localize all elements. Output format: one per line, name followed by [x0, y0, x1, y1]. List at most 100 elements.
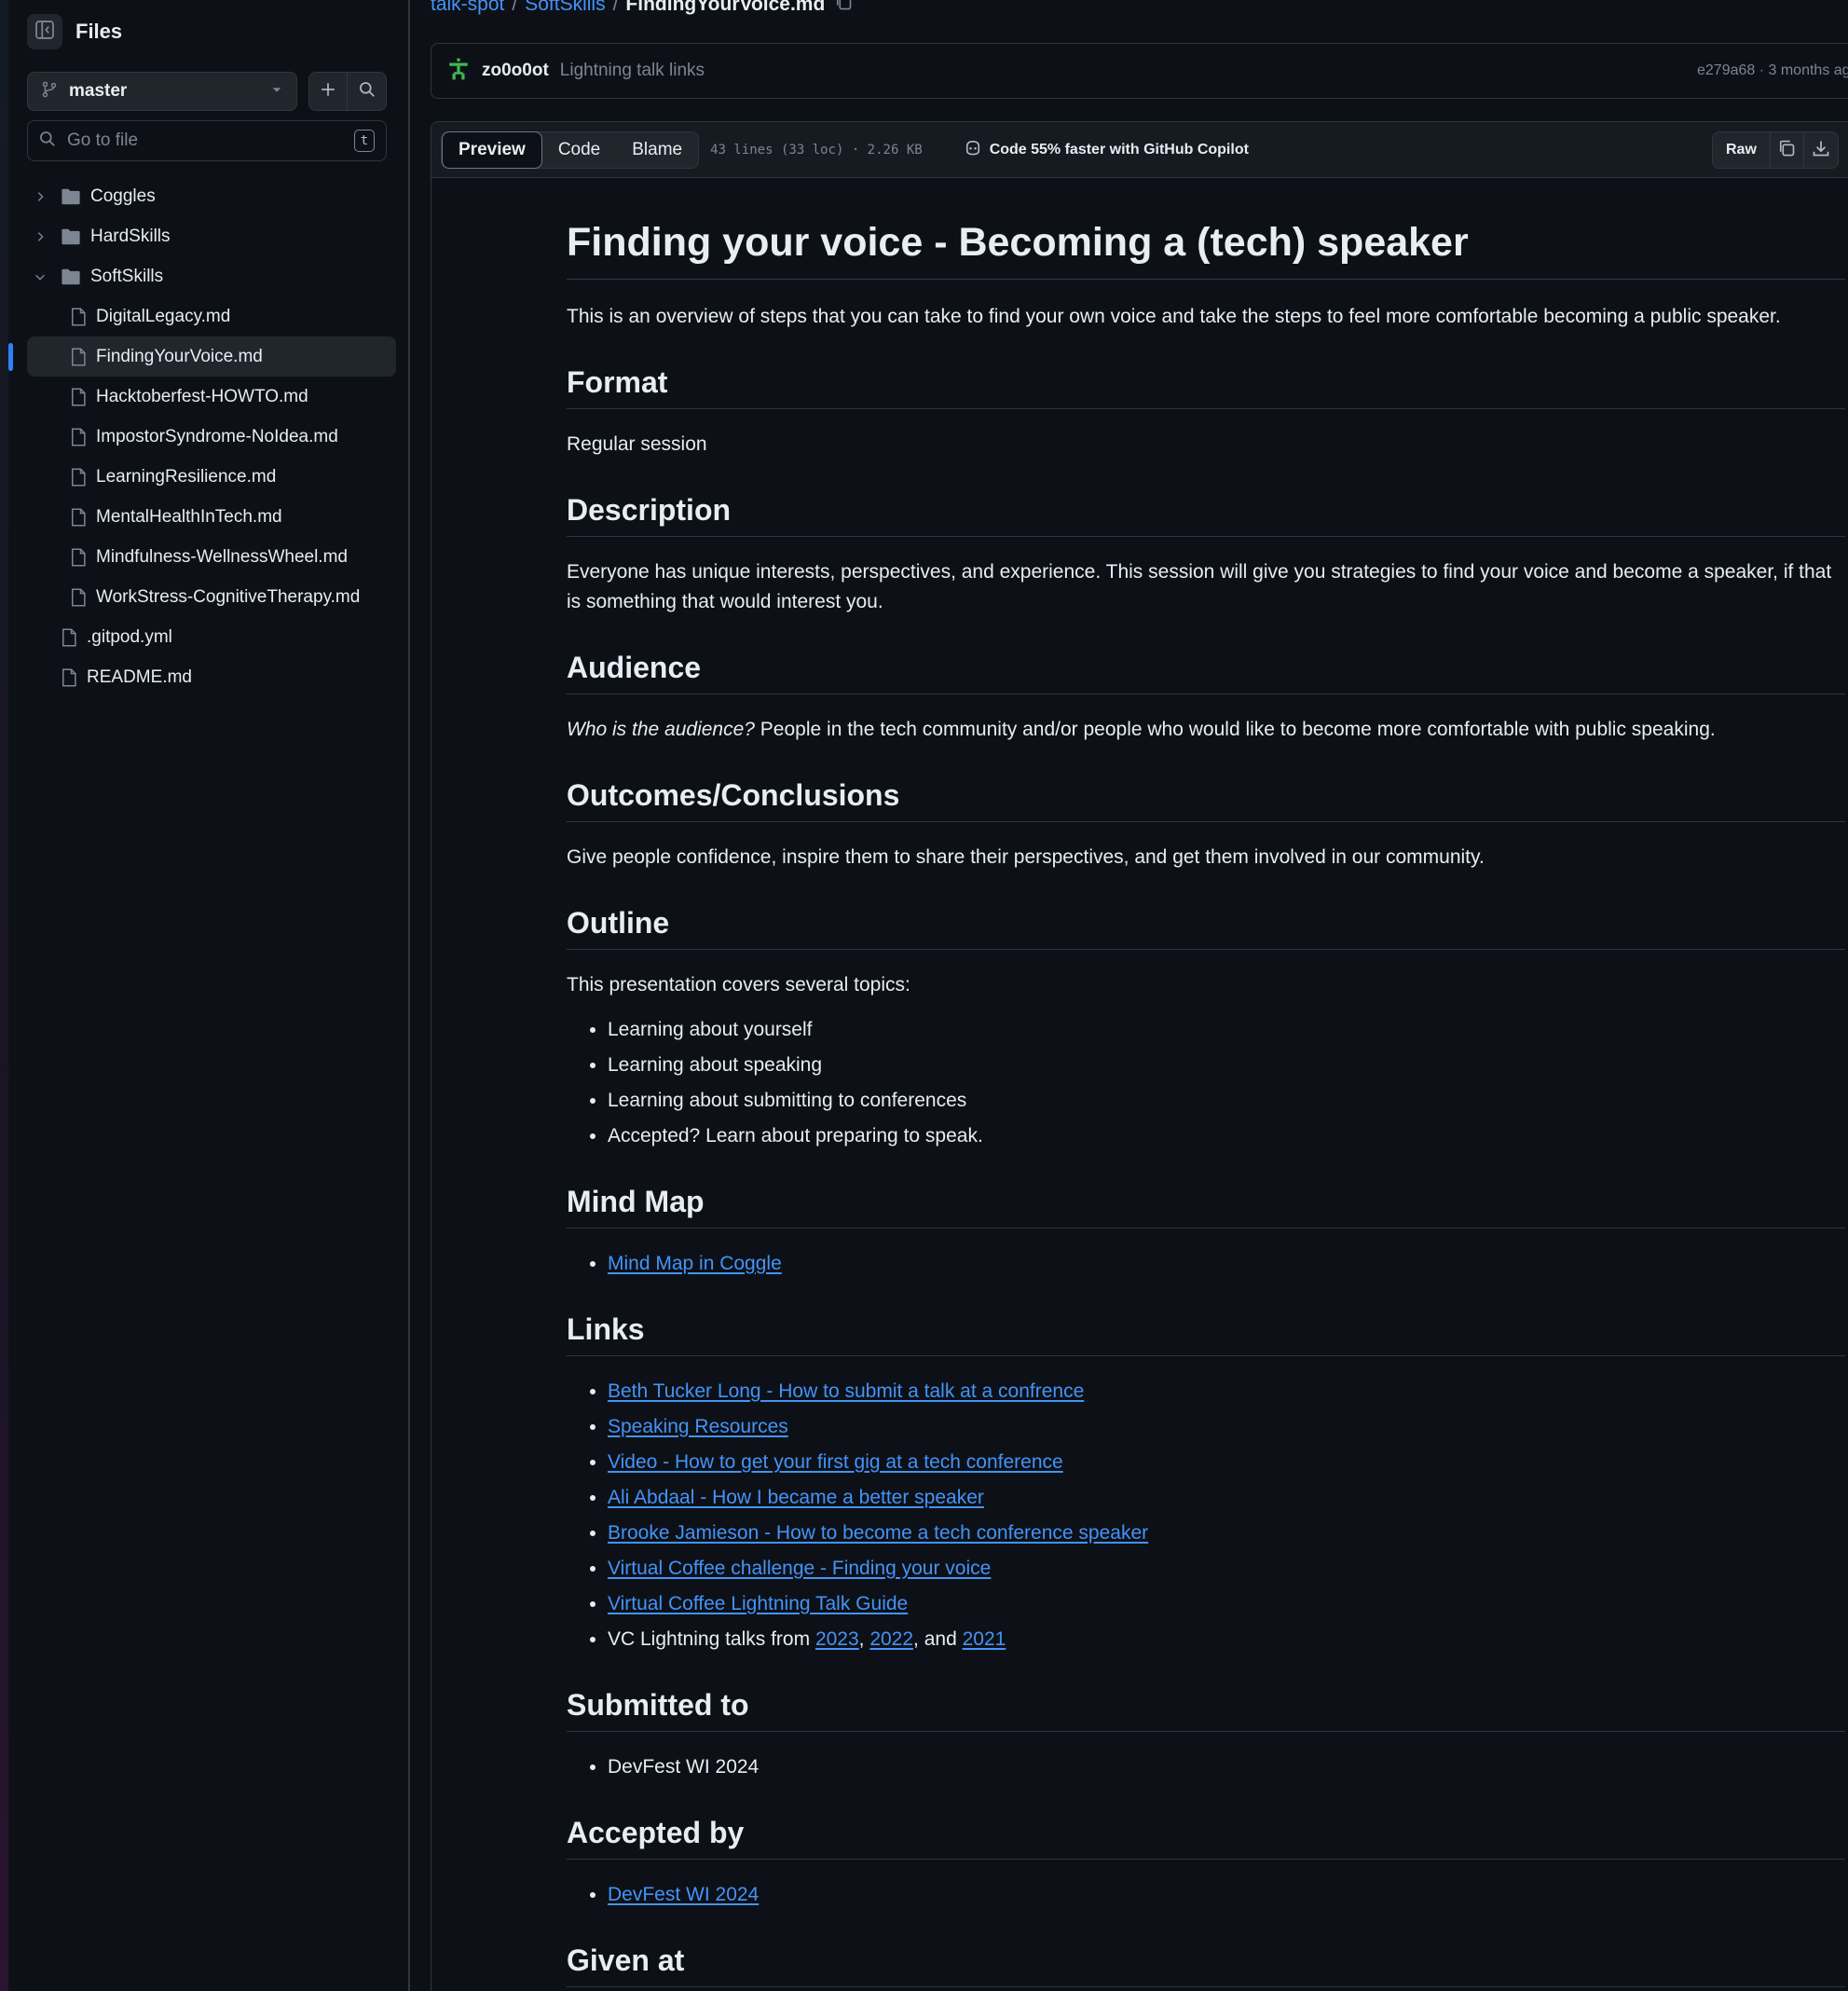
- file-icon: [70, 508, 87, 527]
- file-icon: [70, 468, 87, 487]
- file-icon: [70, 388, 87, 406]
- link-vc-challenge[interactable]: Virtual Coffee challenge - Finding your …: [608, 1558, 991, 1579]
- tree-file[interactable]: FindingYourVoice.md: [8, 336, 396, 377]
- tree-file[interactable]: MentalHealthInTech.md: [27, 497, 396, 537]
- add-file-button[interactable]: [308, 72, 348, 111]
- list-item: DevFest WI 2024: [608, 1752, 1845, 1782]
- tab-blame[interactable]: Blame: [616, 131, 698, 169]
- tab-preview[interactable]: Preview: [442, 130, 542, 169]
- view-mode-tabs: Preview Code Blame: [441, 130, 700, 169]
- tree-item-name: ImpostorSyndrome-NoIdea.md: [96, 426, 338, 446]
- outline-text: This presentation covers several topics:: [567, 973, 910, 996]
- copilot-promo-text: Code 55% faster with GitHub Copilot: [989, 141, 1249, 158]
- accepted-list: DevFest WI 2024: [567, 1880, 1845, 1910]
- mind-map-list: Mind Map in Coggle: [567, 1249, 1845, 1279]
- breadcrumb: talk-spot / SoftSkills / FindingYourVoic…: [431, 0, 853, 17]
- mind-map-link[interactable]: Mind Map in Coggle: [608, 1253, 782, 1274]
- chevron-right-icon[interactable]: [31, 230, 49, 243]
- breadcrumb-folder-link[interactable]: SoftSkills: [525, 0, 605, 16]
- tree-file[interactable]: Mindfulness-WellnessWheel.md: [27, 537, 396, 577]
- list-item: Brooke Jamieson - How to become a tech c…: [608, 1518, 1845, 1548]
- window-edge: [0, 0, 8, 1991]
- link-ali-abdaal[interactable]: Ali Abdaal - How I became a better speak…: [608, 1487, 984, 1508]
- tree-item-name: SoftSkills: [90, 266, 164, 286]
- search-files-button[interactable]: [348, 72, 387, 111]
- tree-item-name: WorkStress-CognitiveTherapy.md: [96, 586, 361, 607]
- file-tree: Coggles HardSkills SoftSkills DigitalLegacy…: [8, 176, 396, 697]
- go-to-file-input[interactable]: Go to file t: [27, 120, 387, 161]
- tree-item-name: Coggles: [90, 185, 156, 206]
- sidebar-header: Files: [27, 13, 122, 50]
- link-devfest-wi[interactable]: DevFest WI 2024: [608, 1884, 759, 1905]
- download-raw-button[interactable]: [1804, 132, 1838, 168]
- chevron-right-icon[interactable]: [31, 190, 49, 203]
- links-list: Beth Tucker Long - How to submit a talk …: [567, 1377, 1845, 1655]
- heading-description: Description: [567, 491, 1845, 537]
- breadcrumb-current-file: FindingYourVoice.md: [625, 0, 826, 15]
- tab-code[interactable]: Code: [542, 131, 616, 169]
- description-text: Everyone has unique interests, perspecti…: [567, 560, 1832, 612]
- list-item: Speaking Resources: [608, 1412, 1845, 1442]
- folder-icon: [61, 187, 81, 206]
- file-content-box: Preview Code Blame 43 lines (33 loc) · 2…: [431, 121, 1848, 1991]
- tree-file[interactable]: ImpostorSyndrome-NoIdea.md: [27, 417, 396, 457]
- download-icon: [1812, 139, 1830, 162]
- heading-mind-map: Mind Map: [567, 1183, 1845, 1229]
- list-item: Video - How to get your first gig at a t…: [608, 1448, 1845, 1477]
- file-stats: 43 lines (33 loc) · 2.26 KB: [710, 142, 923, 158]
- copilot-promo-link[interactable]: Code 55% faster with GitHub Copilot: [964, 138, 1249, 161]
- format-text: Regular session: [567, 433, 707, 455]
- list-item: DevFest WI 2024: [608, 1880, 1845, 1910]
- tree-item-name: README.md: [87, 666, 192, 687]
- tree-folder-hardskills[interactable]: HardSkills: [27, 216, 396, 256]
- tree-folder-softskills[interactable]: SoftSkills: [27, 256, 396, 296]
- chevron-down-icon[interactable]: [31, 270, 49, 283]
- list-item: Ali Abdaal - How I became a better speak…: [608, 1483, 1845, 1513]
- author-avatar[interactable]: [446, 57, 471, 86]
- link-first-gig-video[interactable]: Video - How to get your first gig at a t…: [608, 1451, 1063, 1473]
- copy-path-icon[interactable]: [834, 0, 853, 17]
- breadcrumb-repo-link[interactable]: talk-spot: [431, 0, 504, 16]
- link-brooke-jamieson[interactable]: Brooke Jamieson - How to become a tech c…: [608, 1522, 1148, 1544]
- branch-selector[interactable]: master: [27, 72, 297, 111]
- heading-format: Format: [567, 364, 1845, 409]
- folder-icon: [61, 268, 81, 286]
- tree-file[interactable]: .gitpod.yml: [27, 617, 396, 657]
- file-header-toolbar: Preview Code Blame 43 lines (33 loc) · 2…: [431, 122, 1848, 178]
- git-branch-icon: [41, 81, 58, 103]
- tree-file[interactable]: Hacktoberfest-HOWTO.md: [27, 377, 396, 417]
- copy-icon: [1777, 139, 1796, 162]
- link-speaking-resources[interactable]: Speaking Resources: [608, 1416, 788, 1437]
- heading-accepted-by: Accepted by: [567, 1814, 1845, 1860]
- link-vc-2023[interactable]: 2023: [815, 1628, 859, 1650]
- heading-submitted-to: Submitted to: [567, 1686, 1845, 1732]
- tree-file[interactable]: WorkStress-CognitiveTherapy.md: [27, 577, 396, 617]
- collapse-sidebar-button[interactable]: [27, 14, 62, 49]
- tree-item-name: .gitpod.yml: [87, 626, 172, 647]
- vc-comma: ,: [858, 1627, 870, 1650]
- tree-file[interactable]: README.md: [27, 657, 396, 697]
- list-item: Virtual Coffee Lightning Talk Guide: [608, 1589, 1845, 1619]
- search-icon: [39, 130, 56, 152]
- outcomes-text: Give people confidence, inspire them to …: [567, 845, 1485, 868]
- file-icon: [70, 348, 87, 366]
- list-item: Learning about speaking: [608, 1050, 1845, 1080]
- tree-file[interactable]: LearningResilience.md: [27, 457, 396, 497]
- submitted-list: DevFest WI 2024: [567, 1752, 1845, 1782]
- commit-message[interactable]: Lightning talk links: [560, 61, 705, 81]
- tree-file[interactable]: DigitalLegacy.md: [27, 296, 396, 336]
- link-vc-lightning-guide[interactable]: Virtual Coffee Lightning Talk Guide: [608, 1593, 908, 1614]
- list-item: VC Lightning talks from 2023, 2022, and …: [608, 1625, 1845, 1655]
- commit-author[interactable]: zo0o0ot: [482, 61, 549, 81]
- link-beth-tucker-long[interactable]: Beth Tucker Long - How to submit a talk …: [608, 1380, 1084, 1402]
- copy-raw-button[interactable]: [1771, 132, 1804, 168]
- link-vc-2022[interactable]: 2022: [869, 1628, 913, 1650]
- heading-given-at: Given at: [567, 1942, 1845, 1987]
- doc-intro: This is an overview of steps that you ca…: [567, 305, 1781, 327]
- tree-folder-coggles[interactable]: Coggles: [27, 176, 396, 216]
- commit-meta[interactable]: e279a68 · 3 months ag: [1697, 62, 1848, 79]
- link-vc-2021[interactable]: 2021: [963, 1628, 1006, 1650]
- file-icon: [70, 548, 87, 567]
- file-icon: [70, 428, 87, 446]
- raw-button[interactable]: Raw: [1713, 132, 1771, 168]
